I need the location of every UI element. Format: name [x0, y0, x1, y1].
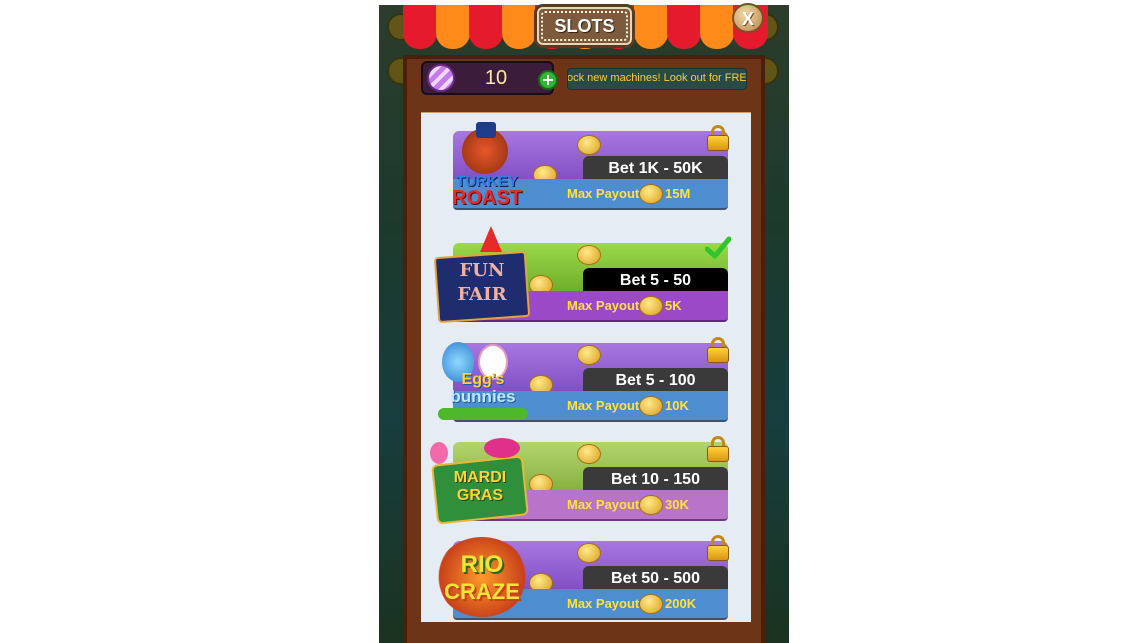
ticker-text: ock new machines! Look out for FRE — [567, 72, 747, 84]
decoration — [436, 5, 470, 49]
gem-counter: 10 — [421, 61, 554, 95]
decoration — [430, 442, 448, 464]
decoration — [634, 5, 668, 49]
news-ticker: ock new machines! Look out for FRE — [567, 68, 747, 90]
coin-icon — [639, 296, 663, 316]
coin-icon — [577, 345, 601, 365]
payout-label: Max Payout — [567, 596, 640, 611]
lock-icon — [707, 125, 729, 151]
logo-text: GRAS — [456, 487, 504, 504]
payout-amount: 15M — [665, 186, 691, 201]
checkmark-icon — [704, 235, 732, 261]
decoration — [469, 5, 503, 49]
logo-text: RIO — [460, 551, 504, 578]
add-gems-button[interactable]: + — [538, 70, 558, 90]
lock-icon — [707, 535, 729, 561]
lock-icon — [707, 337, 729, 363]
mardi-gras-logo: MARDI GRAS — [430, 438, 529, 526]
coin-icon — [577, 135, 601, 155]
payout-label: Max Payout — [567, 298, 640, 313]
plus-icon: + — [541, 70, 555, 89]
page-title: SLOTS — [554, 16, 615, 36]
payout-amount: 30K — [665, 497, 689, 512]
lock-icon — [707, 436, 729, 462]
coin-icon — [639, 495, 663, 515]
coin-icon — [639, 594, 663, 614]
decoration — [707, 545, 729, 561]
coin-icon — [577, 245, 601, 265]
decoration — [480, 226, 502, 252]
candy-gem-icon — [427, 64, 455, 92]
payout-label: Max Payout — [567, 186, 640, 201]
coin-icon — [639, 396, 663, 416]
logo-text: FAIR — [457, 284, 507, 305]
logo-text: bunnies — [450, 387, 516, 406]
coin-icon — [577, 444, 601, 464]
decoration — [700, 5, 734, 49]
decoration — [476, 122, 496, 138]
decoration — [438, 408, 528, 420]
coin-icon — [639, 184, 663, 204]
gem-count: 10 — [484, 67, 508, 89]
payout-label: Max Payout — [567, 398, 640, 413]
title-sign: SLOTS — [537, 7, 632, 45]
logo-text: Egg's — [461, 371, 505, 388]
coin-icon — [577, 543, 601, 563]
payout-amount: 10K — [665, 398, 689, 413]
logo-text: MARDI — [453, 469, 507, 486]
fun-fair-logo: FUN FAIR — [432, 224, 531, 324]
payout-label: Max Payout — [567, 497, 640, 512]
payout-amount: 200K — [665, 596, 697, 611]
decoration — [484, 438, 520, 458]
decoration — [707, 135, 729, 151]
close-button[interactable]: X — [732, 3, 764, 33]
logo-text: ROAST — [452, 187, 522, 209]
decoration — [403, 5, 437, 49]
decoration — [707, 446, 729, 462]
eggs-bunnies-logo: Egg's bunnies — [436, 338, 531, 424]
rio-craze-logo: RIO CRAZE — [430, 533, 534, 623]
turkey-roast-logo: TURKEY ROAST — [432, 122, 532, 217]
decoration — [667, 5, 701, 49]
payout-amount: 5K — [665, 298, 682, 313]
decoration — [707, 347, 729, 363]
logo-text: CRAZE — [444, 579, 520, 604]
decoration — [502, 5, 536, 49]
logo-text: FUN — [459, 260, 505, 281]
